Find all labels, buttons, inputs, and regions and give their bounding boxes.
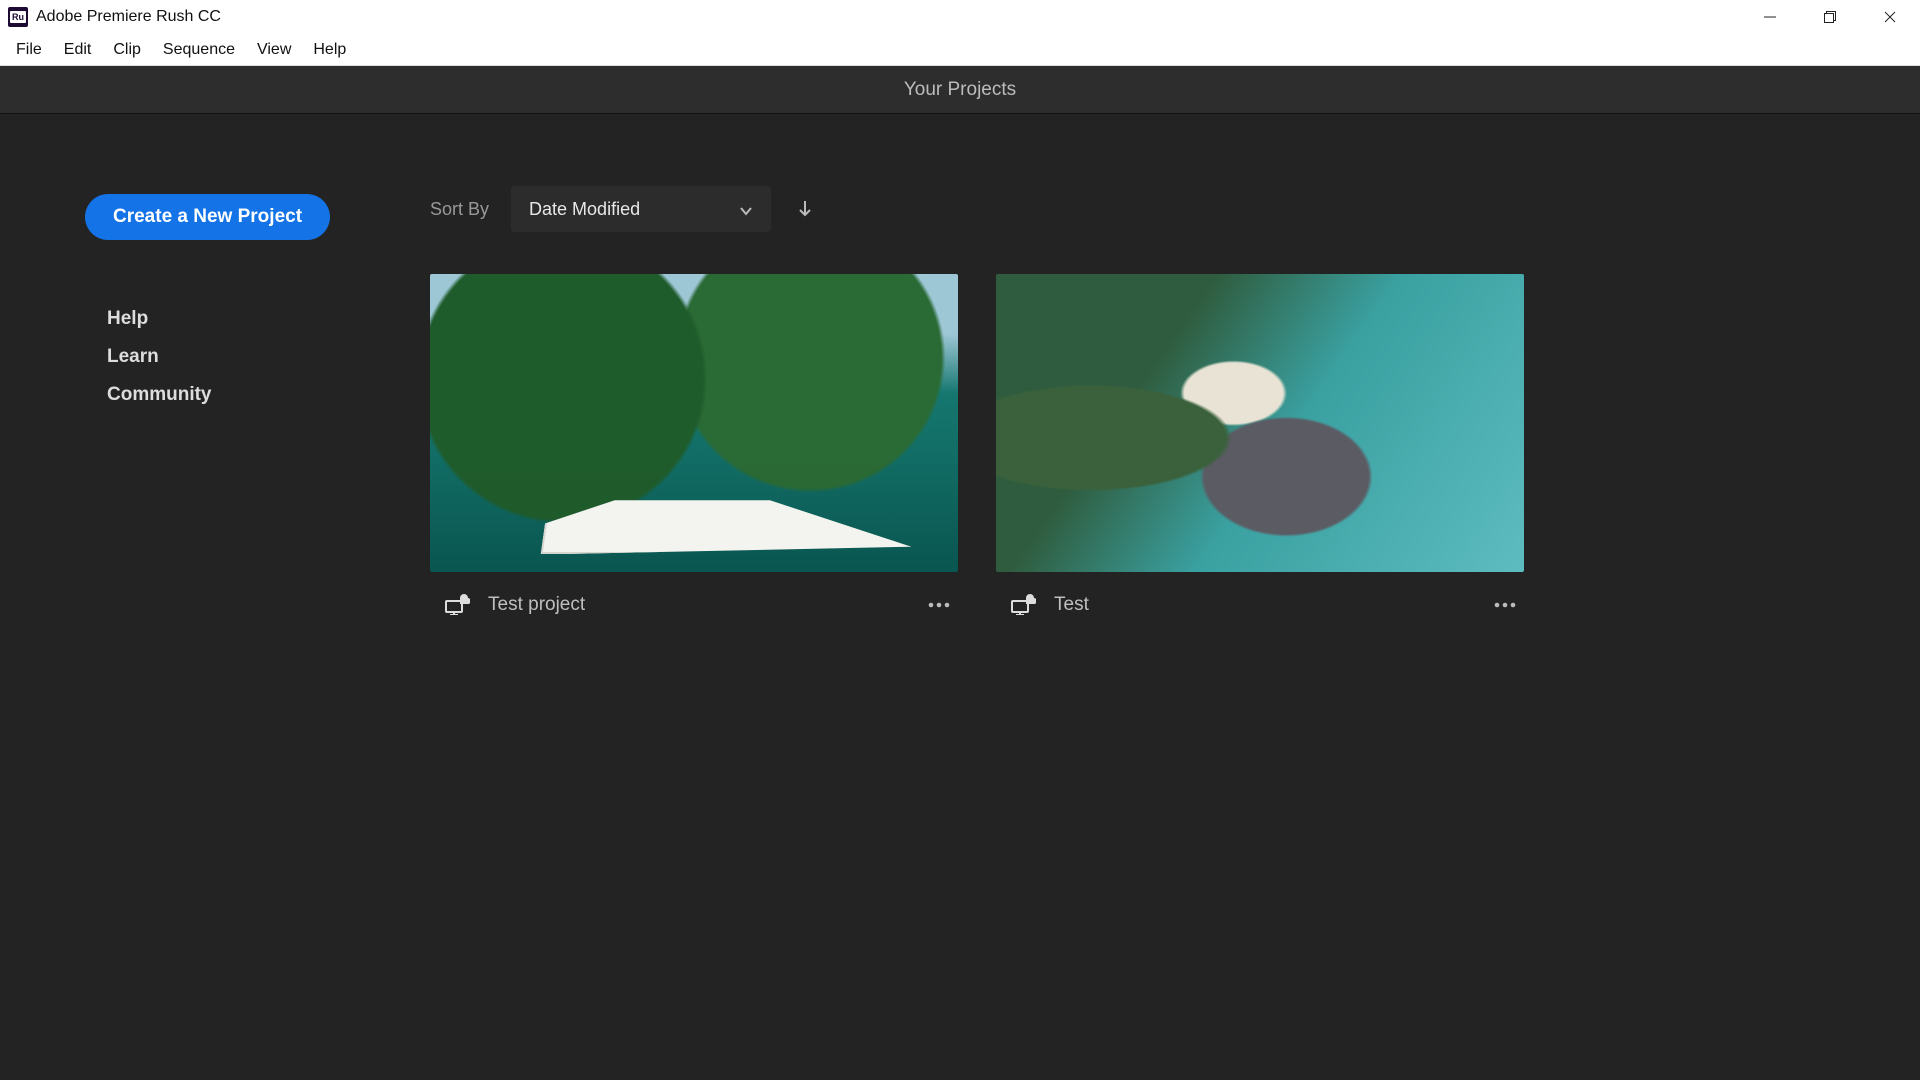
sort-direction-button[interactable]	[793, 197, 817, 221]
sort-select[interactable]: Date Modified	[511, 186, 771, 232]
sidebar: Create a New Project Help Learn Communit…	[0, 114, 430, 1080]
sort-controls: Sort By Date Modified	[430, 186, 1920, 232]
page-title: Your Projects	[0, 66, 1920, 114]
project-thumbnail	[430, 274, 958, 572]
content-area: Sort By Date Modified	[430, 114, 1920, 1080]
menu-sequence[interactable]: Sequence	[153, 37, 245, 63]
project-more-button[interactable]	[926, 592, 952, 618]
create-new-project-button[interactable]: Create a New Project	[85, 194, 330, 240]
sidebar-link-learn[interactable]: Learn	[107, 346, 430, 368]
menu-clip[interactable]: Clip	[103, 37, 151, 63]
project-card[interactable]: Test project	[430, 274, 958, 618]
minimize-button[interactable]	[1740, 0, 1800, 34]
chevron-down-icon	[739, 202, 753, 216]
project-grid: Test project	[430, 274, 1920, 618]
titlebar: Ru Adobe Premiere Rush CC	[0, 0, 1920, 34]
project-thumbnail	[996, 274, 1524, 572]
menu-edit[interactable]: Edit	[54, 37, 102, 63]
project-name: Test	[1054, 594, 1474, 616]
close-button[interactable]	[1860, 0, 1920, 34]
cloud-sync-icon	[1008, 593, 1036, 617]
window-controls	[1740, 0, 1920, 34]
menu-file[interactable]: File	[6, 37, 52, 63]
maximize-button[interactable]	[1800, 0, 1860, 34]
project-name: Test project	[488, 594, 908, 616]
project-card[interactable]: Test	[996, 274, 1524, 618]
sidebar-link-community[interactable]: Community	[107, 384, 430, 406]
sort-selected-value: Date Modified	[529, 199, 640, 220]
menubar: File Edit Clip Sequence View Help	[0, 34, 1920, 66]
sidebar-link-help[interactable]: Help	[107, 308, 430, 330]
menu-view[interactable]: View	[247, 37, 301, 63]
menu-help[interactable]: Help	[303, 37, 356, 63]
window-title: Adobe Premiere Rush CC	[36, 8, 221, 26]
cloud-sync-icon	[442, 593, 470, 617]
sort-label: Sort By	[430, 199, 489, 220]
app-icon: Ru	[8, 7, 28, 27]
project-more-button[interactable]	[1492, 592, 1518, 618]
